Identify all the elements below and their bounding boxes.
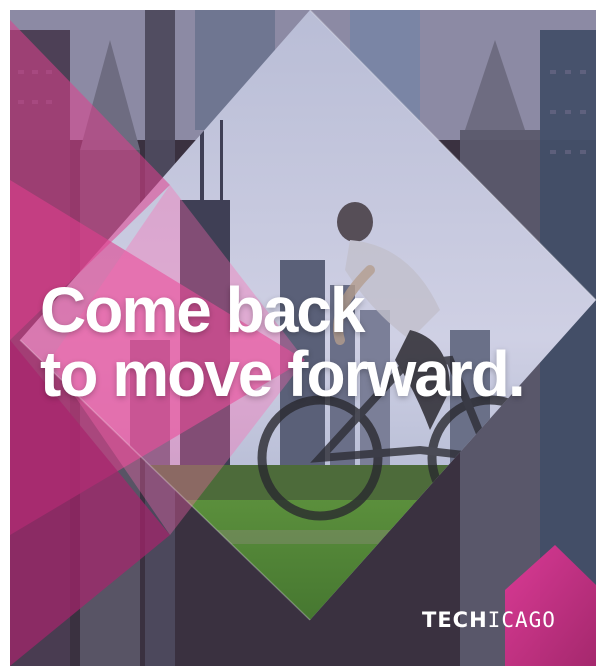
logo-bold-part: TECH [422,608,488,632]
headline-line-2: to move forward. [40,338,526,410]
headline: Come back to move forward. [40,274,526,410]
ad-poster: Come back to move forward. TECHICAGO [10,10,596,666]
logo-light-part: ICAGO [487,608,556,632]
headline-line-1: Come back [40,274,365,346]
techicago-logo: TECHICAGO [422,608,556,632]
